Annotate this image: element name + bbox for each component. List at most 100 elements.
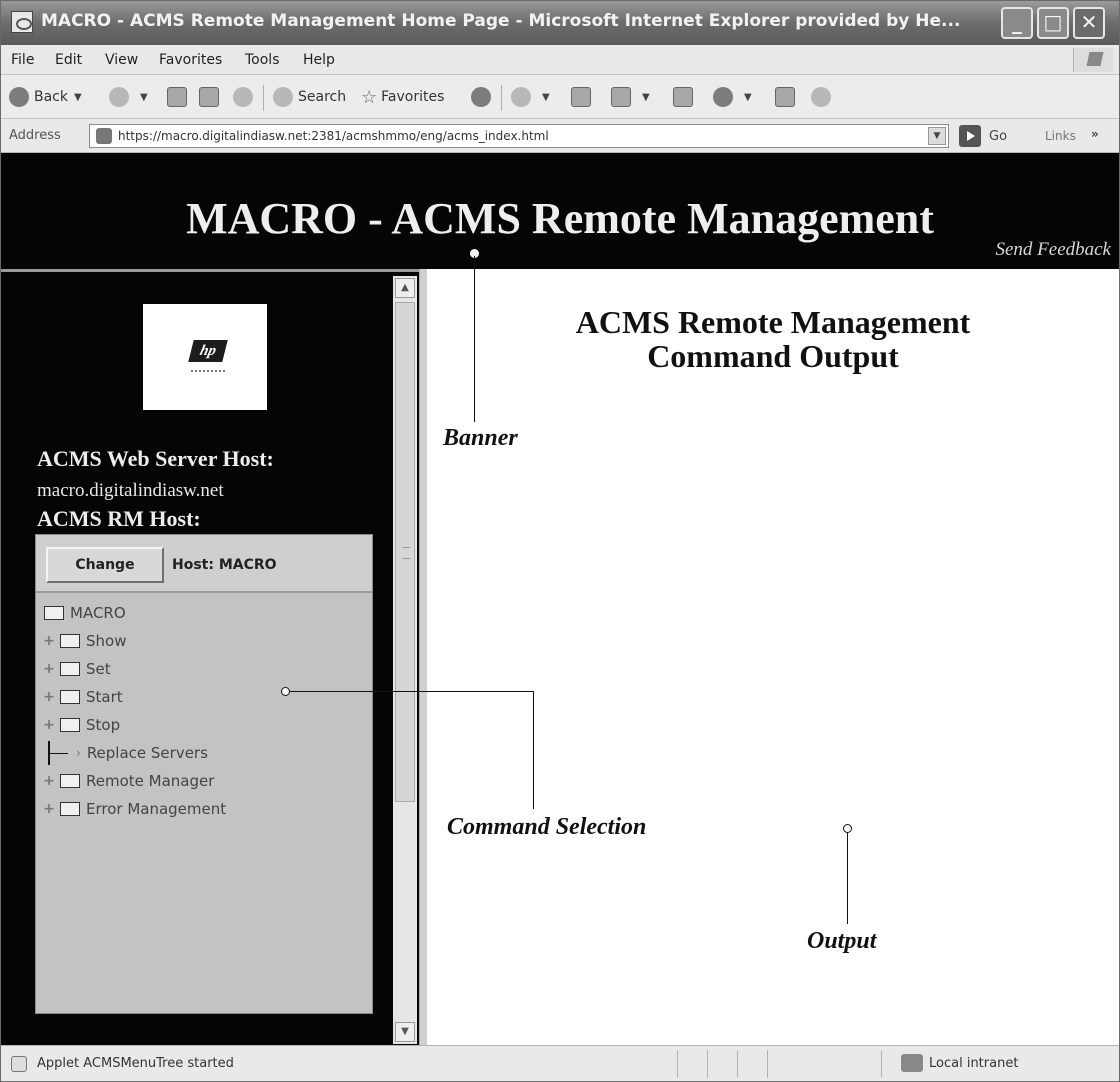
print-button[interactable] [571, 85, 596, 109]
ie-icon [11, 11, 33, 33]
printer-icon [571, 87, 591, 107]
back-arrow-icon [9, 87, 29, 107]
mail-button[interactable]: ▼ [511, 85, 550, 109]
home-button[interactable] [233, 85, 258, 109]
messenger-button[interactable]: ▼ [713, 85, 752, 109]
menu-view[interactable]: View [105, 52, 138, 68]
banner-callout-label: Banner [443, 425, 518, 451]
expand-icon[interactable]: + [42, 802, 56, 816]
refresh-button[interactable] [199, 85, 224, 109]
edit-button[interactable]: ▼ [611, 85, 650, 109]
status-divider [767, 1050, 768, 1078]
intranet-icon [901, 1054, 923, 1072]
send-feedback-link[interactable]: Send Feedback [995, 239, 1111, 261]
go-button[interactable]: Go [959, 125, 1007, 147]
expand-icon[interactable]: + [42, 690, 56, 704]
links-button[interactable]: Links [1045, 129, 1076, 143]
menu-favorites[interactable]: Favorites [159, 52, 222, 68]
navigation-scrollbar[interactable]: ▲ ▼ [393, 276, 417, 1044]
tree-item-error-management[interactable]: + Error Management [42, 797, 226, 821]
chevron-down-icon: ▼ [744, 91, 752, 103]
tree-item-stop[interactable]: + Stop [42, 713, 120, 737]
chevron-down-icon: ▼ [642, 91, 650, 103]
refresh-icon [199, 87, 219, 107]
expand-icon[interactable]: + [42, 774, 56, 788]
web-server-host-label: ACMS Web Server Host: [37, 446, 274, 471]
command-selection-callout-line [290, 691, 534, 692]
tree-item-label: Replace Servers [86, 744, 208, 762]
output-title: ACMS Remote Management Command Output [427, 305, 1119, 373]
scroll-up-icon[interactable]: ▲ [395, 278, 415, 298]
translate-button[interactable] [811, 85, 836, 109]
output-frame: ACMS Remote Management Command Output [427, 269, 1119, 1045]
chevron-down-icon: ▼ [140, 91, 148, 103]
tree-item-set[interactable]: + Set [42, 657, 111, 681]
tree-root-label: MACRO [70, 604, 126, 622]
scroll-down-icon[interactable]: ▼ [395, 1022, 415, 1042]
status-divider [881, 1050, 882, 1078]
chevron-down-icon[interactable]: ▼ [928, 127, 946, 145]
tree-item-remote-manager[interactable]: + Remote Manager [42, 769, 214, 793]
scroll-thumb[interactable] [395, 302, 415, 802]
media-button[interactable] [471, 85, 496, 109]
search-label: Search [298, 89, 347, 105]
security-zone-label: Local intranet [929, 1056, 1019, 1071]
window-title: MACRO - ACMS Remote Management Home Page… [41, 11, 961, 31]
menu-help[interactable]: Help [303, 52, 335, 68]
web-server-host-value: macro.digitalindiasw.net [37, 480, 224, 501]
hp-logo: hp [143, 304, 267, 410]
expand-icon[interactable]: + [42, 634, 56, 648]
status-divider [707, 1050, 708, 1078]
banner-callout-line [474, 256, 475, 422]
folder-icon [44, 606, 64, 620]
back-label: Back [34, 89, 68, 105]
banner-title: MACRO - ACMS Remote Management [186, 194, 934, 243]
change-host-button[interactable]: Change [46, 547, 164, 583]
tree-item-show[interactable]: + Show [42, 629, 126, 653]
menu-file[interactable]: File [11, 52, 34, 68]
toolbar-separator [501, 85, 502, 111]
command-selection-callout-label: Command Selection [447, 814, 647, 840]
command-selection-callout-line [533, 691, 534, 809]
tree-root[interactable]: MACRO [44, 601, 126, 625]
folder-icon [60, 662, 80, 676]
menu-edit[interactable]: Edit [55, 52, 82, 68]
minimize-button[interactable]: _ [1001, 7, 1033, 39]
scroll-grip-icon [402, 547, 410, 559]
translate-icon [811, 87, 831, 107]
menu-tools[interactable]: Tools [245, 52, 280, 68]
favorites-label: Favorites [381, 89, 445, 105]
discuss-button[interactable] [673, 85, 698, 109]
forward-button[interactable]: ▼ [109, 85, 148, 109]
tree-item-start[interactable]: + Start [42, 685, 123, 709]
media-icon [471, 87, 491, 107]
expand-icon[interactable]: + [42, 718, 56, 732]
expand-icon[interactable]: + [42, 662, 56, 676]
status-divider [737, 1050, 738, 1078]
close-button[interactable]: ✕ [1073, 7, 1105, 39]
search-button[interactable]: Search [273, 85, 346, 109]
folder-icon [60, 774, 80, 788]
address-bar: Address https://macro.digitalindiasw.net… [1, 119, 1119, 153]
menu-bar: File Edit View Favorites Tools Help [1, 45, 1119, 75]
links-chevron-icon[interactable]: » [1091, 127, 1099, 141]
discuss-icon [673, 87, 693, 107]
output-callout-line [847, 832, 848, 924]
maximize-button[interactable]: □ [1037, 7, 1069, 39]
browser-window: MACRO - ACMS Remote Management Home Page… [0, 0, 1120, 1082]
title-bar: MACRO - ACMS Remote Management Home Page… [1, 1, 1119, 45]
tree-item-label: Remote Manager [86, 772, 215, 790]
research-button[interactable] [775, 85, 800, 109]
back-button[interactable]: Back ▼ [9, 85, 82, 109]
stop-button[interactable] [167, 85, 192, 109]
address-url[interactable]: https://macro.digitalindiasw.net:2381/ac… [118, 129, 549, 143]
rm-host-label: ACMS RM Host: [37, 506, 201, 531]
frame-divider[interactable] [419, 269, 427, 1045]
tree-item-replace-servers[interactable]: › Replace Servers [48, 740, 208, 765]
folder-icon [60, 634, 80, 648]
toolbar-separator [263, 85, 264, 111]
tree-item-label: Show [86, 632, 127, 650]
address-input[interactable]: https://macro.digitalindiasw.net:2381/ac… [89, 124, 949, 148]
favorites-button[interactable]: ☆ Favorites [361, 85, 444, 109]
output-title-line2: Command Output [647, 338, 899, 374]
